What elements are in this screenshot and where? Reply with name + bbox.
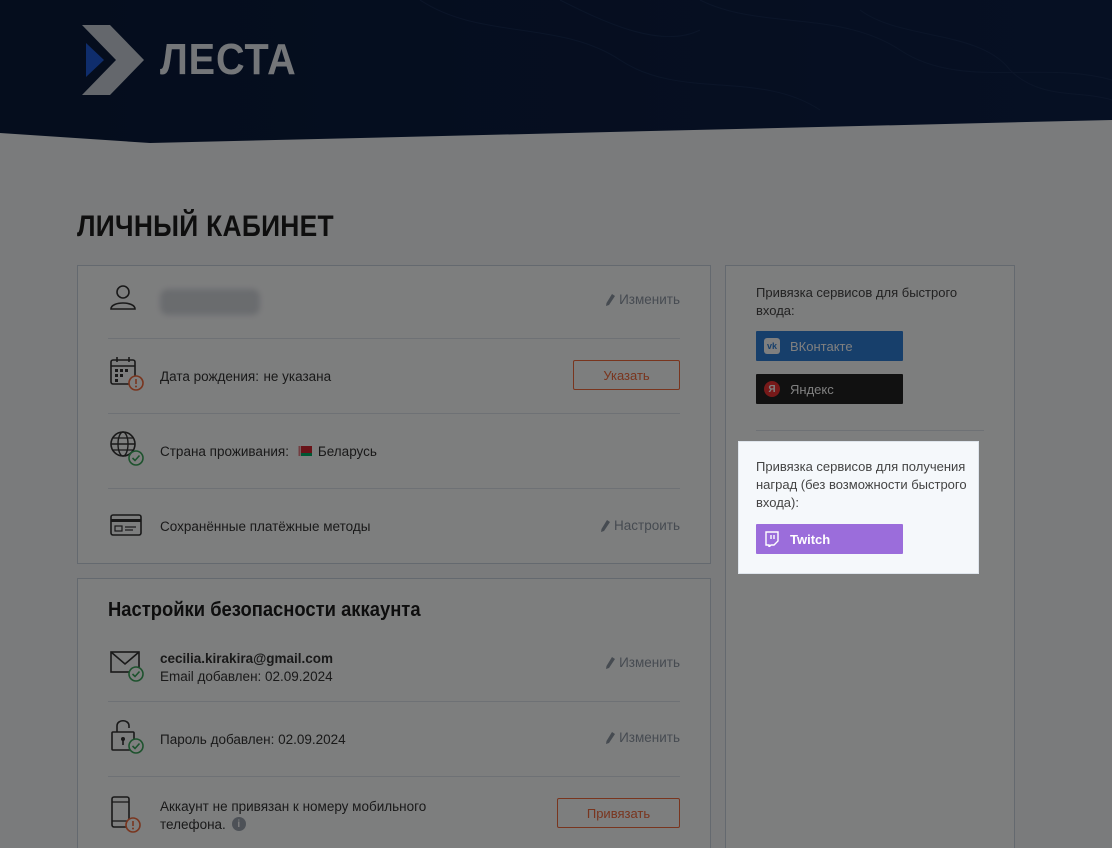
modal-dim-overlay	[0, 0, 1112, 848]
rewards-text: Привязка сервисов для получения наград (…	[756, 459, 967, 510]
rewards-services-spotlight: Привязка сервисов для получения наград (…	[738, 441, 979, 574]
twitch-icon	[764, 531, 780, 547]
twitch-link-button[interactable]: Twitch	[756, 524, 903, 554]
